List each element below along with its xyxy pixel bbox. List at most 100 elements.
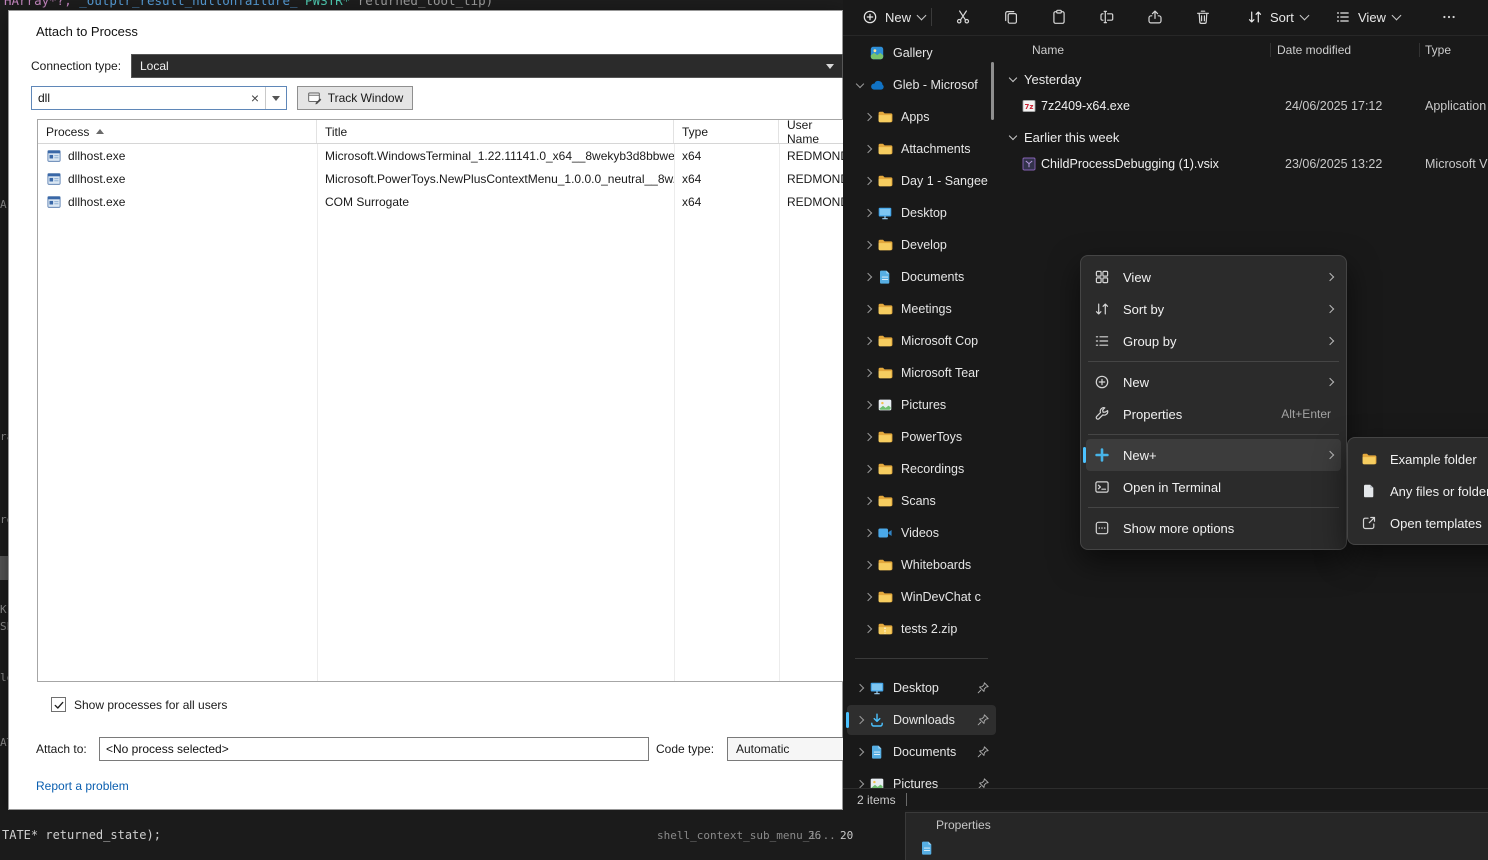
nav-item-microsoft-tear[interactable]: Microsoft Tear — [847, 358, 996, 388]
nav-item-apps[interactable]: Apps — [847, 102, 996, 132]
cut-button[interactable] — [939, 2, 987, 32]
nav-item-gleb-microsof[interactable]: Gleb - Microsof — [847, 70, 996, 100]
menu-item-sort-by[interactable]: Sort by — [1086, 293, 1341, 325]
nav-item-attachments[interactable]: Attachments — [847, 134, 996, 164]
delete-button[interactable] — [1179, 2, 1227, 32]
paste-button[interactable] — [1035, 2, 1083, 32]
process-column-header-type[interactable]: Type — [674, 120, 779, 143]
chevron-right-icon[interactable] — [861, 114, 875, 120]
process-column-header-title[interactable]: Title — [317, 120, 674, 143]
nav-item-documents[interactable]: Documents — [847, 262, 996, 292]
nav-item-videos[interactable]: Videos — [847, 518, 996, 548]
navigation-pane: Gallery Gleb - Microsof Apps Attachments… — [843, 36, 1000, 789]
chevron-right-icon[interactable] — [861, 306, 875, 312]
nav-item-downloads[interactable]: Downloads — [847, 705, 996, 735]
menu-item-new[interactable]: New — [1086, 366, 1341, 398]
chevron-right-icon[interactable] — [861, 370, 875, 376]
filter-dropdown-button[interactable] — [265, 87, 286, 109]
nav-item-pictures[interactable]: Pictures — [847, 769, 996, 789]
attach-to-input[interactable] — [99, 737, 649, 761]
chevron-right-icon[interactable] — [861, 434, 875, 440]
nav-separator — [855, 658, 988, 659]
menu-item-open-templates[interactable]: Open templates — [1353, 507, 1488, 539]
connection-type-select[interactable]: Local — [131, 54, 843, 78]
copy-button[interactable] — [987, 2, 1035, 32]
nav-item-recordings[interactable]: Recordings — [847, 454, 996, 484]
chevron-right-icon[interactable] — [861, 274, 875, 280]
menu-item-properties[interactable]: Properties Alt+Enter — [1086, 398, 1341, 430]
chevron-right-icon[interactable] — [861, 242, 875, 248]
chevron-right-icon[interactable] — [861, 530, 875, 536]
rename-button[interactable] — [1083, 2, 1131, 32]
menu-item-open-in-terminal[interactable]: Open in Terminal — [1086, 471, 1341, 503]
chevron-right-icon[interactable] — [861, 402, 875, 408]
view-button[interactable]: View — [1326, 2, 1409, 32]
column-header-date-modified[interactable]: Date modified — [1277, 43, 1425, 57]
menu-item-view[interactable]: View — [1086, 261, 1341, 293]
process-row[interactable]: dllhost.exe Microsoft.PowerToys.NewPlusC… — [38, 167, 845, 190]
share-button[interactable] — [1131, 2, 1179, 32]
sort-button[interactable]: Sort — [1238, 2, 1317, 32]
nav-item-day-1-sangee[interactable]: Day 1 - Sangee — [847, 166, 996, 196]
menu-item-any-files-or-folders[interactable]: Any files or folders — [1353, 475, 1488, 507]
chevron-right-icon[interactable] — [861, 594, 875, 600]
file-row-7z2409-x64-exe[interactable]: 7z 7z2409-x64.exe 24/06/2025 17:12 Appli… — [1000, 92, 1488, 120]
chevron-right-icon[interactable] — [861, 498, 875, 504]
nav-item-whiteboards[interactable]: Whiteboards — [847, 550, 996, 580]
process-row[interactable]: dllhost.exe COM Surrogate x64 REDMOND — [38, 190, 845, 213]
menu-item-group-by[interactable]: Group by — [1086, 325, 1341, 357]
menu-item-new[interactable]: New+ — [1086, 439, 1341, 471]
group-header-yesterday[interactable]: Yesterday — [1000, 66, 1488, 92]
menu-item-show-more-options[interactable]: Show more options — [1086, 512, 1341, 544]
nav-item-documents[interactable]: Documents — [847, 737, 996, 767]
chevron-right-icon[interactable] — [853, 717, 867, 723]
editor-code-fragment: TATE* returned_state); — [2, 828, 161, 842]
properties-window-fragment: Properties — [905, 812, 1488, 860]
column-header-type[interactable]: Type — [1425, 43, 1488, 57]
process-filter-input[interactable] — [32, 91, 245, 105]
chevron-right-icon[interactable] — [861, 178, 875, 184]
nav-item-desktop[interactable]: Desktop — [847, 673, 996, 703]
nav-item-powertoys[interactable]: PowerToys — [847, 422, 996, 452]
pin-icon — [976, 681, 990, 695]
nav-item-microsoft-cop[interactable]: Microsoft Cop — [847, 326, 996, 356]
nav-item-desktop[interactable]: Desktop — [847, 198, 996, 228]
properties-title: Properties — [936, 818, 991, 832]
show-all-users-checkbox[interactable] — [51, 697, 66, 712]
file-row-childprocessdebugging-1-vsix[interactable]: ChildProcessDebugging (1).vsix 23/06/202… — [1000, 150, 1488, 178]
nav-item-gallery[interactable]: Gallery — [847, 38, 996, 68]
nav-item-windevchat-c[interactable]: WinDevChat c — [847, 582, 996, 612]
editor-scrollbar-thumb[interactable] — [0, 556, 8, 580]
column-header-name[interactable]: Name — [1032, 43, 1277, 57]
chevron-right-icon[interactable] — [861, 466, 875, 472]
more-options-button[interactable] — [1425, 2, 1473, 32]
menu-item-example-folder[interactable]: Example folder — [1353, 443, 1488, 475]
chevron-right-icon[interactable] — [853, 685, 867, 691]
process-column-header-user-name[interactable]: User Name — [779, 120, 845, 143]
clear-filter-icon[interactable]: × — [245, 91, 265, 105]
process-row[interactable]: dllhost.exe Microsoft.WindowsTerminal_1.… — [38, 144, 845, 167]
nav-item-develop[interactable]: Develop — [847, 230, 996, 260]
chevron-right-icon[interactable] — [861, 338, 875, 344]
monitor-icon — [869, 680, 885, 696]
chevron-right-icon[interactable] — [861, 626, 875, 632]
group-header-earlier-this-week[interactable]: Earlier this week — [1000, 124, 1488, 150]
chevron-right-icon[interactable] — [853, 781, 867, 787]
code-type-select[interactable]: Automatic — [727, 737, 844, 761]
nav-item-tests-2-zip[interactable]: tests 2.zip — [847, 614, 996, 644]
chevron-right-icon[interactable] — [861, 210, 875, 216]
chevron-right-icon[interactable] — [861, 146, 875, 152]
nav-item-scans[interactable]: Scans — [847, 486, 996, 516]
report-problem-link[interactable]: Report a problem — [36, 779, 129, 793]
chevron-right-icon[interactable] — [861, 562, 875, 568]
nav-item-meetings[interactable]: Meetings — [847, 294, 996, 324]
chevron-right-icon[interactable] — [853, 749, 867, 755]
nav-scrollbar-thumb[interactable] — [991, 62, 994, 120]
nav-item-pictures[interactable]: Pictures — [847, 390, 996, 420]
new-button[interactable]: New — [853, 2, 934, 32]
share-icon — [1147, 9, 1163, 25]
chevron-down-icon[interactable] — [853, 83, 867, 87]
code-fragment: K — [0, 603, 7, 616]
track-window-button[interactable]: Track Window — [297, 86, 413, 110]
process-column-header-process[interactable]: Process — [38, 120, 317, 143]
